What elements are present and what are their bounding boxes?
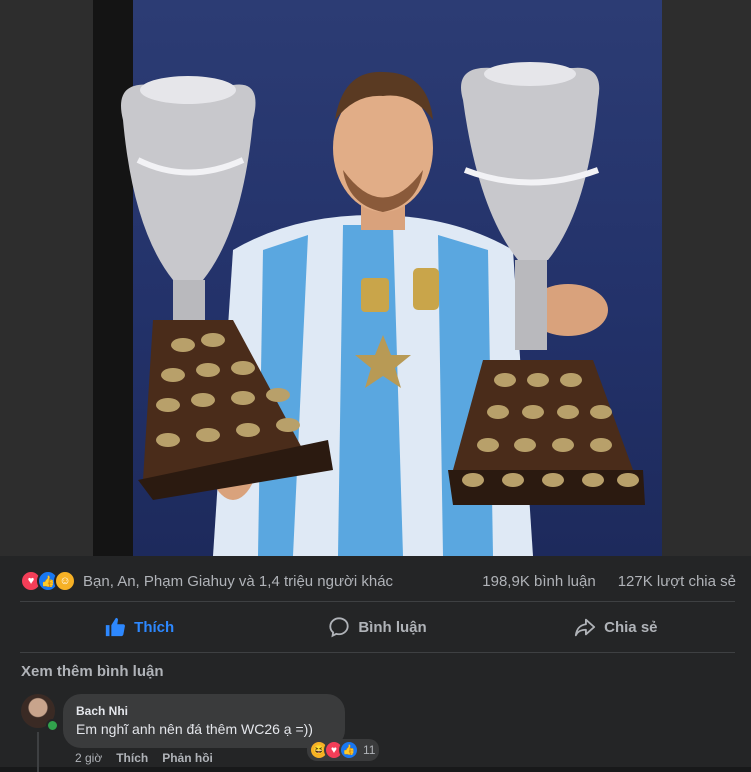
- shares-count[interactable]: 127K lượt chia sẻ: [618, 573, 736, 590]
- media-margin-right: [662, 0, 751, 556]
- like-button[interactable]: Thích: [20, 606, 258, 648]
- reaction-icons[interactable]: ♥ 👍 ☺: [20, 570, 76, 592]
- reaction-names[interactable]: Bạn, An, Phạm Giahuy và 1,4 triệu người …: [83, 573, 393, 590]
- post-media[interactable]: [0, 0, 751, 556]
- comment-button[interactable]: Bình luận: [258, 606, 496, 648]
- divider: [20, 652, 735, 653]
- care-icon: ☺: [54, 570, 76, 592]
- like-label: Thích: [134, 618, 175, 636]
- like-icon: 👍: [339, 740, 359, 760]
- view-more-comments-link[interactable]: Xem thêm bình luận: [21, 663, 164, 680]
- comments-count[interactable]: 198,9K bình luận: [482, 573, 595, 590]
- comment-time[interactable]: 2 giờ: [75, 751, 102, 765]
- comment-icon: [329, 617, 349, 638]
- comment-reactions[interactable]: 😆 ♥ 👍 11: [307, 739, 380, 761]
- comment-like-button[interactable]: Thích: [116, 751, 148, 765]
- comment: Bach Nhi Em nghĩ anh nên đá thêm WC26 ạ …: [21, 694, 721, 772]
- share-button[interactable]: Chia sẻ: [497, 606, 735, 648]
- comment-bubble: Bach Nhi Em nghĩ anh nên đá thêm WC26 ạ …: [63, 694, 380, 761]
- share-label: Chia sẻ: [604, 618, 658, 636]
- thread-line: [37, 732, 39, 772]
- post-actions: Thích Bình luận Chia sẻ: [20, 606, 735, 648]
- online-status-dot: [46, 719, 59, 732]
- comment-label: Bình luận: [358, 618, 427, 636]
- thumbs-up-icon: [105, 617, 126, 637]
- reaction-summary: ♥ 👍 ☺ Bạn, An, Phạm Giahuy và 1,4 triệu …: [20, 566, 736, 596]
- comment-reply-button[interactable]: Phản hồi: [162, 751, 213, 765]
- post-footer: ♥ 👍 ☺ Bạn, An, Phạm Giahuy và 1,4 triệu …: [0, 556, 751, 772]
- comment-reaction-count: 11: [363, 743, 376, 757]
- share-icon: [575, 618, 596, 637]
- comment-meta: 2 giờ Thích Phản hồi: [75, 751, 213, 765]
- comment-text: Em nghĩ anh nên đá thêm WC26 ạ =)): [76, 721, 313, 737]
- photo-illustration: [93, 0, 645, 556]
- comment-author[interactable]: Bach Nhi: [76, 704, 128, 718]
- divider: [20, 601, 735, 602]
- post-photo[interactable]: [93, 0, 662, 556]
- media-margin-left: [0, 0, 93, 556]
